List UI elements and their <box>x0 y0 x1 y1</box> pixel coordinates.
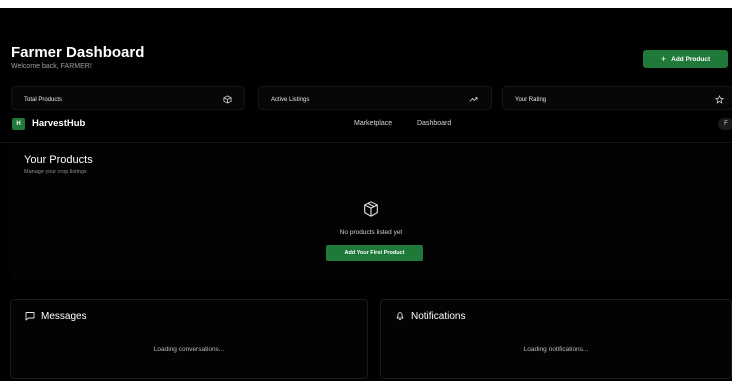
page-title: Farmer Dashboard <box>11 44 145 61</box>
window-bottom-edge <box>0 381 732 387</box>
message-icon <box>25 312 35 321</box>
stat-label-total-products: Total Products <box>24 97 63 103</box>
products-title: Your Products <box>24 154 93 166</box>
stat-card-total-products: Total Products <box>11 86 245 110</box>
notifications-panel: Notifications Loading notifications... <box>380 299 732 379</box>
stat-card-active-listings: Active Listings <box>258 86 492 114</box>
trend-up-icon <box>469 97 478 102</box>
add-product-label: Add Product <box>671 55 711 63</box>
messages-panel: Messages Loading conversations... <box>10 299 368 379</box>
package-icon <box>364 201 378 217</box>
nav-link-marketplace[interactable]: Marketplace <box>354 120 392 127</box>
notifications-loading-text: Loading notifications... <box>523 346 589 353</box>
plus-icon: + <box>660 53 667 64</box>
nav-link-dashboard[interactable]: Dashboard <box>417 120 451 127</box>
brand-name[interactable]: HarvestHub <box>32 118 85 129</box>
products-subtitle: Manage your crop listings <box>24 169 87 175</box>
window-top-edge <box>0 0 732 8</box>
star-icon <box>715 95 724 104</box>
stat-card-your-rating: Your Rating <box>502 86 732 110</box>
stat-label-your-rating: Your Rating <box>515 97 547 103</box>
messages-loading-text: Loading conversations... <box>153 346 225 353</box>
stat-label-active-listings: Active Listings <box>271 97 310 103</box>
top-navbar: H HarvestHub Marketplace Dashboard F <box>0 110 732 143</box>
empty-products-text: No products listed yet <box>339 229 403 236</box>
user-avatar[interactable]: F <box>718 118 732 130</box>
notifications-title: Notifications <box>411 311 466 322</box>
add-product-button[interactable]: + Add Product <box>643 50 728 68</box>
add-first-product-button[interactable]: Add Your First Product <box>326 245 423 261</box>
logo-badge[interactable]: H <box>12 118 25 130</box>
messages-title: Messages <box>41 311 87 322</box>
box-icon <box>223 95 232 104</box>
bell-icon <box>396 312 404 321</box>
products-card: Your Products Manage your crop listings … <box>10 145 732 281</box>
page-subtitle: Welcome back, FARMER! <box>11 63 92 70</box>
